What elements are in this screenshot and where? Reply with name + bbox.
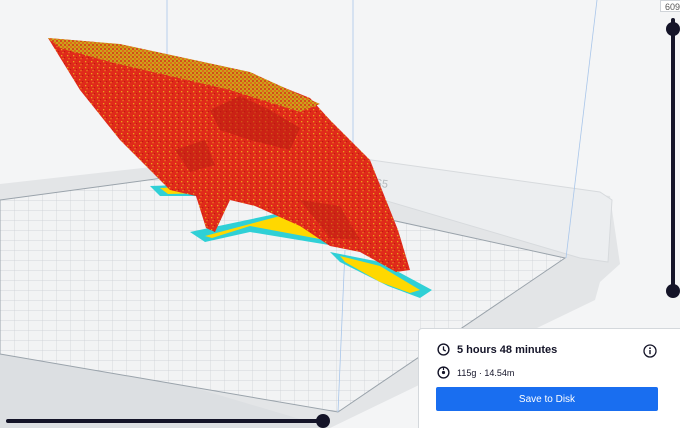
spool-icon	[437, 366, 450, 379]
material-usage-row: 115g · 14.54m	[437, 366, 514, 379]
simulation-slider-track[interactable]	[6, 419, 322, 423]
layer-number-field[interactable]: 609	[660, 0, 680, 12]
layer-slider-track[interactable]	[671, 18, 675, 294]
simulation-slider-handle[interactable]	[316, 414, 330, 428]
print-time-row: 5 hours 48 minutes	[437, 343, 557, 356]
material-usage-label: 115g · 14.54m	[457, 367, 515, 378]
save-to-disk-button[interactable]: Save to Disk	[436, 387, 658, 411]
layer-slider-lower-handle[interactable]	[666, 284, 680, 298]
print-time-label: 5 hours 48 minutes	[457, 343, 558, 356]
print-info-panel: 5 hours 48 minutes 115g · 14.54m Save to…	[418, 328, 680, 428]
info-icon[interactable]	[643, 344, 657, 358]
clock-icon	[437, 343, 450, 356]
layer-slider-upper-handle[interactable]	[666, 22, 680, 36]
